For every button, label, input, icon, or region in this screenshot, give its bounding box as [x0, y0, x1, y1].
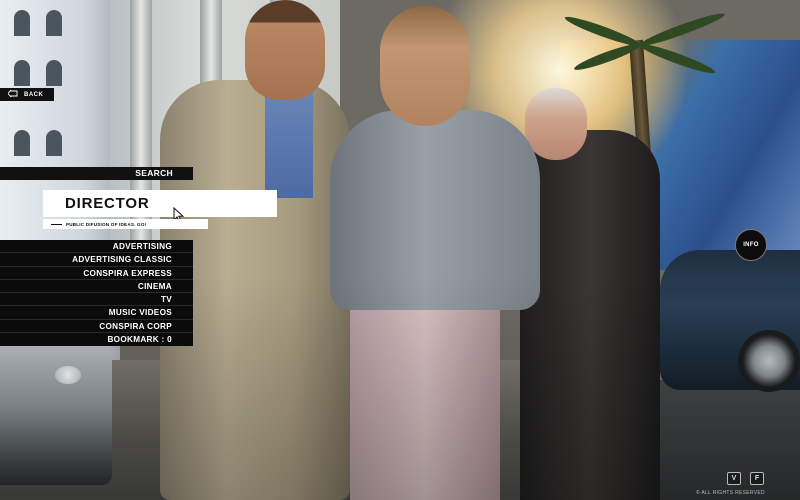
search-button[interactable]: SEARCH — [0, 167, 193, 180]
menu-item-conspira-express[interactable]: CONSPIRA EXPRESS — [0, 266, 193, 280]
back-button[interactable]: BACK — [0, 88, 54, 101]
menu-item-conspira-corp[interactable]: CONSPIRA CORP — [0, 319, 193, 334]
menu-item-advertising[interactable]: ADVERTISING — [0, 240, 193, 254]
menu-item-bookmark[interactable]: BOOKMARK : 0 — [0, 333, 193, 347]
info-button[interactable]: INFO — [735, 229, 767, 261]
menu-item-cinema[interactable]: CINEMA — [0, 279, 193, 294]
menu-item-advertising-classic[interactable]: ADVERTISING CLASSIC — [0, 253, 193, 267]
menu-item-tv[interactable]: TV — [0, 293, 193, 307]
tagline-text: PUBLIC DIFUSION OF IDEAS. GO! — [66, 221, 147, 227]
info-label: INFO — [743, 242, 759, 248]
facebook-icon[interactable]: F — [750, 472, 764, 485]
back-label: BACK — [24, 91, 44, 98]
menu-item-music-videos[interactable]: MUSIC VIDEOS — [0, 306, 193, 320]
vimeo-icon-label: V — [731, 475, 737, 482]
back-arrow-icon — [7, 88, 18, 99]
vimeo-icon[interactable]: V — [727, 472, 741, 485]
facebook-icon-label: F — [754, 475, 760, 482]
category-menu: ADVERTISING ADVERTISING CLASSIC CONSPIRA… — [0, 240, 193, 347]
section-tagline: PUBLIC DIFUSION OF IDEAS. GO! — [43, 219, 208, 229]
section-title-director[interactable]: DIRECTOR — [43, 190, 277, 217]
tagline-dash — [51, 223, 62, 225]
copyright-text: © ALL RIGHTS RESERVED — [696, 490, 765, 496]
